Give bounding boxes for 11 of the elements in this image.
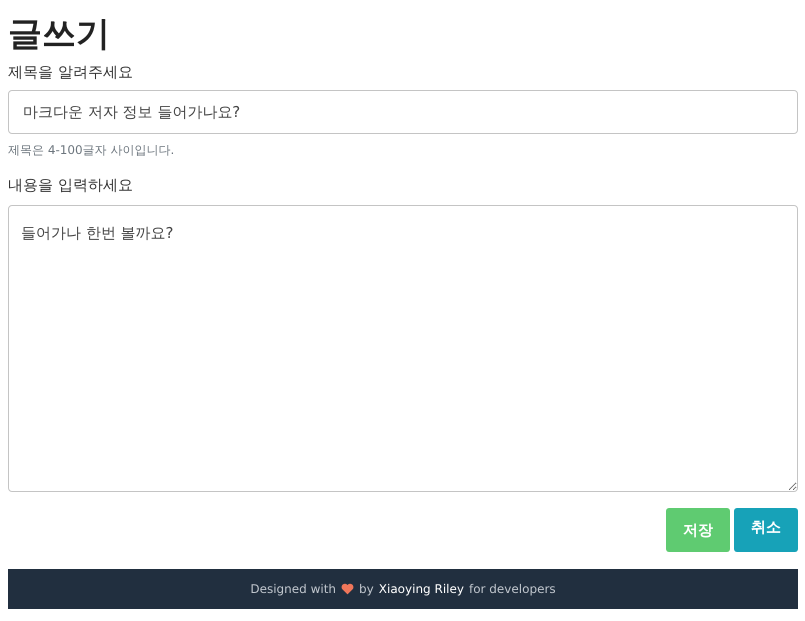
footer-text: Designed with	[250, 582, 336, 596]
author-link[interactable]: Xiaoying Riley	[378, 582, 464, 596]
footer-text: for developers	[468, 582, 556, 596]
help-text: 제목은 4-100글자 사이입니다.	[8, 142, 174, 159]
title-input[interactable]: 마크다운 저자 정보 들어가나요?	[8, 90, 798, 134]
field-label: 내용을 입력하세요	[8, 175, 133, 195]
content-textarea[interactable]: 들어가나 한번 볼까요?	[8, 205, 798, 492]
heart-icon	[341, 583, 354, 595]
field-label: 제목을 알려주세요	[8, 62, 133, 82]
footer-text: by	[359, 582, 374, 596]
page-heading: 글쓰기	[8, 13, 111, 56]
